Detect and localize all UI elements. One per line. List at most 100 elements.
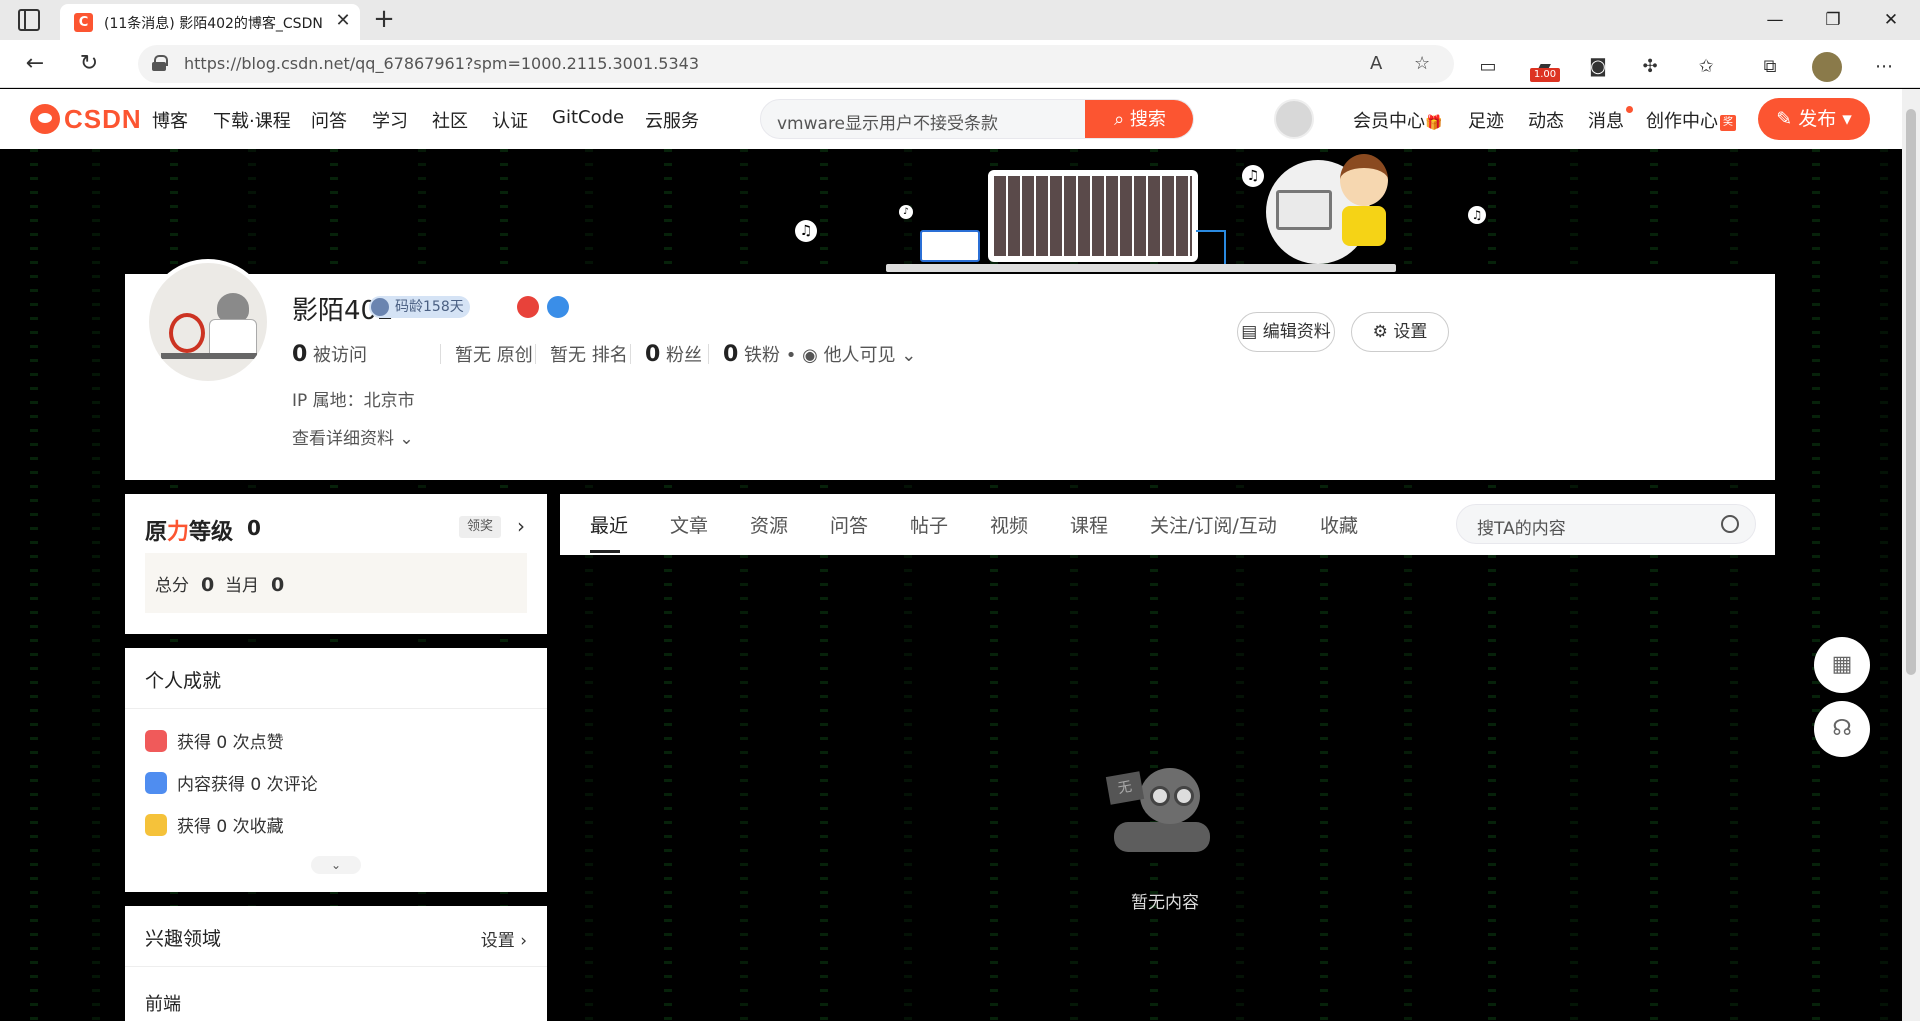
- tab-close-icon[interactable]: ✕: [332, 10, 354, 32]
- tab-resources[interactable]: 资源: [750, 511, 788, 538]
- blog-level-icon[interactable]: [517, 296, 539, 318]
- chevron-right-icon[interactable]: ›: [517, 514, 525, 538]
- interests-title: 兴趣领域: [145, 928, 222, 950]
- nav-blog[interactable]: 博客: [152, 107, 188, 133]
- tab-actions-icon[interactable]: [18, 9, 40, 31]
- empty-text: 暂无内容: [1131, 893, 1199, 913]
- stat-visits[interactable]: 0 被访问: [292, 341, 367, 367]
- page-scrollbar[interactable]: [1902, 89, 1920, 1021]
- add-favorite-icon[interactable]: ☆: [1414, 53, 1430, 74]
- level-title: 原力等级: [145, 520, 234, 545]
- browser-titlebar: C (11条消息) 影陌402的博客_CSDN ✕ + — ❐ ✕: [0, 0, 1920, 40]
- minimize-icon[interactable]: —: [1746, 0, 1804, 40]
- stat-iron-fans[interactable]: 0 铁粉 • ◉ 他人可见 ⌄: [723, 341, 916, 367]
- collections-icon[interactable]: ⧉: [1756, 53, 1784, 81]
- publish-button[interactable]: ✎ 发布 ▾: [1758, 98, 1870, 140]
- achievements-card: 个人成就 获得 0 次点赞 内容获得 0 次评论 获得 0 次收藏 ⌄: [125, 648, 547, 892]
- extensions-puzzle-icon[interactable]: ✣: [1636, 53, 1664, 81]
- csdn-favicon-icon: C: [74, 13, 93, 32]
- favorites-icon[interactable]: ✩: [1692, 53, 1720, 81]
- extension-mask-icon[interactable]: ◙: [1584, 53, 1612, 81]
- profile-avatar[interactable]: [145, 259, 271, 385]
- tab-videos[interactable]: 视频: [990, 511, 1028, 538]
- nav-dynamic[interactable]: 动态: [1528, 107, 1564, 133]
- site-search: vmware显示用户不接受条款 ⌕ 搜索: [760, 99, 1194, 139]
- achievements-title: 个人成就: [145, 670, 222, 692]
- card-illustration: [920, 230, 980, 262]
- nav-certification[interactable]: 认证: [492, 107, 528, 133]
- nav-download-course[interactable]: 下载·课程: [213, 107, 291, 133]
- site-search-input[interactable]: vmware显示用户不接受条款: [777, 109, 998, 134]
- url-field[interactable]: https://blog.csdn.net/qq_67867961?spm=10…: [138, 45, 1454, 83]
- qr-code-icon[interactable]: ▦: [1814, 637, 1870, 693]
- lock-icon[interactable]: [152, 55, 168, 71]
- nav-messages[interactable]: 消息: [1588, 107, 1624, 133]
- keyboard-illustration: [988, 170, 1198, 262]
- extension-badge: 1.00: [1530, 68, 1560, 82]
- tab-articles[interactable]: 文章: [670, 511, 708, 538]
- interests-settings-link[interactable]: 设置 ›: [481, 926, 527, 951]
- content-search[interactable]: 搜TA的内容: [1456, 504, 1756, 544]
- stat-rank[interactable]: 暂无 排名: [550, 341, 628, 367]
- nav-creator-center[interactable]: 创作中心奖: [1646, 107, 1736, 133]
- level-value: 0: [247, 516, 261, 540]
- girl-head-illustration: [1340, 154, 1388, 206]
- nav-member-center[interactable]: 会员中心🎁: [1353, 107, 1442, 133]
- tab-recent[interactable]: 最近: [590, 511, 628, 538]
- active-tab-underline: [590, 550, 620, 553]
- site-search-button[interactable]: ⌕ 搜索: [1085, 100, 1193, 138]
- nav-footprint[interactable]: 足迹: [1468, 107, 1504, 133]
- profile-card: 影陌402 码龄158天 0 被访问 暂无 原创 暂无 排名 0 粉丝 0 铁粉…: [125, 259, 1775, 480]
- tab-title: (11条消息) 影陌402的博客_CSDN: [104, 16, 323, 32]
- nav-learn[interactable]: 学习: [372, 107, 408, 133]
- page-scroll-thumb[interactable]: [1906, 109, 1916, 675]
- achievement-comments: 内容获得 0 次评论: [145, 770, 318, 795]
- expand-chevron-icon[interactable]: ⌄: [311, 856, 361, 874]
- nav-cloud[interactable]: 云服务: [645, 107, 699, 133]
- level-card: 原力等级 0 领奖 › 总分 0 当月 0: [125, 494, 547, 634]
- csdn-logo-icon: [30, 104, 60, 134]
- refresh-icon[interactable]: ↻: [74, 49, 104, 79]
- customer-service-icon[interactable]: ☊: [1814, 701, 1870, 757]
- gear-icon: ⚙: [1372, 322, 1388, 342]
- back-icon[interactable]: ←: [20, 49, 50, 79]
- settings-button[interactable]: ⚙ 设置: [1351, 312, 1449, 352]
- user-avatar[interactable]: [1274, 99, 1314, 139]
- claim-award-button[interactable]: 领奖: [459, 516, 502, 538]
- empty-illustration: 无: [1100, 760, 1230, 870]
- interest-item[interactable]: 前端: [145, 990, 181, 1016]
- eye-icon: ◉: [802, 345, 818, 366]
- nav-qa[interactable]: 问答: [311, 107, 347, 133]
- browser-profile-avatar[interactable]: [1812, 52, 1842, 82]
- browser-tab[interactable]: C (11条消息) 影陌402的博客_CSDN ✕: [60, 4, 360, 40]
- search-icon[interactable]: [1721, 515, 1739, 533]
- view-details-link[interactable]: 查看详细资料 ⌄: [292, 424, 414, 449]
- coding-age-badge[interactable]: 码龄158天: [369, 296, 470, 318]
- window-close-icon[interactable]: ✕: [1862, 0, 1920, 40]
- edit-profile-button[interactable]: ▤ 编辑资料: [1237, 312, 1335, 352]
- empty-sign: 无: [1105, 771, 1145, 805]
- interests-card: 兴趣领域 设置 › 前端: [125, 906, 547, 1021]
- content-search-input[interactable]: 搜TA的内容: [1477, 514, 1566, 539]
- banner-illustration: [880, 150, 1400, 274]
- new-tab-icon[interactable]: +: [370, 6, 398, 34]
- nav-gitcode[interactable]: GitCode: [552, 107, 624, 128]
- verified-icon[interactable]: [547, 296, 569, 318]
- stat-original[interactable]: 暂无 原创: [455, 341, 533, 367]
- read-aloud-icon[interactable]: A: [1370, 53, 1382, 74]
- csdn-logo[interactable]: CSDN: [30, 103, 142, 135]
- maximize-icon[interactable]: ❐: [1804, 0, 1862, 40]
- level-score: 总分 0 当月 0: [145, 553, 527, 613]
- tab-qa[interactable]: 问答: [830, 511, 868, 538]
- edit-icon: ▤: [1241, 322, 1258, 342]
- nav-community[interactable]: 社区: [432, 107, 468, 133]
- address-bar: ← ↻ https://blog.csdn.net/qq_67867961?sp…: [0, 40, 1920, 88]
- chevron-right-icon: ›: [520, 931, 527, 951]
- extension-screen-icon[interactable]: ▭: [1474, 53, 1502, 81]
- tab-courses[interactable]: 课程: [1070, 511, 1108, 538]
- more-menu-icon[interactable]: ⋯: [1870, 53, 1898, 81]
- tab-collections[interactable]: 收藏: [1320, 511, 1358, 538]
- stat-fans[interactable]: 0 粉丝: [645, 341, 702, 367]
- tab-follow-interact[interactable]: 关注/订阅/互动: [1150, 511, 1277, 538]
- tab-posts[interactable]: 帖子: [910, 511, 948, 538]
